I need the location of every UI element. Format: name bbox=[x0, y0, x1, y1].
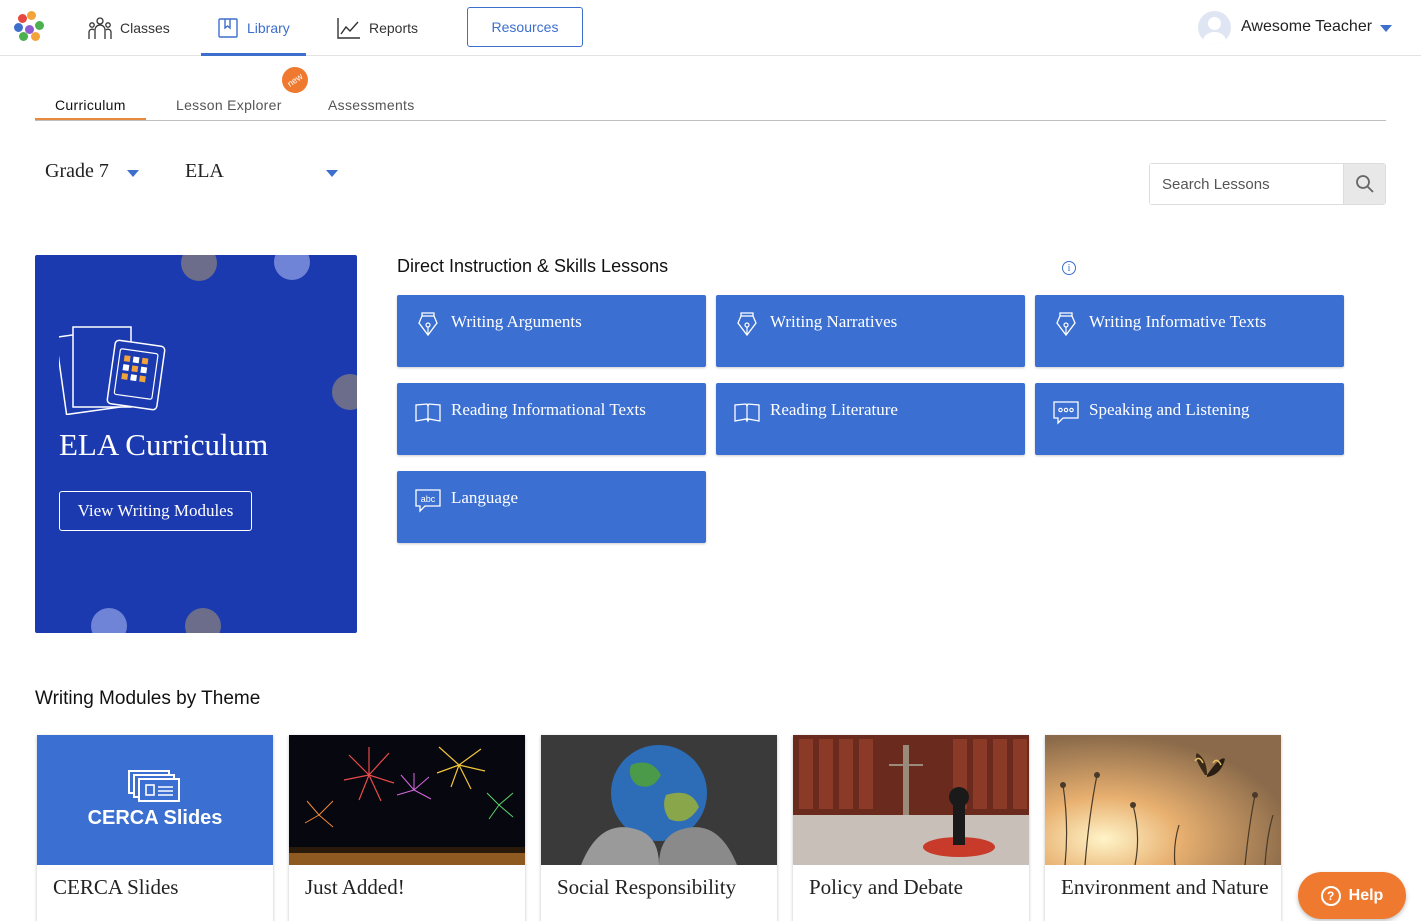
nav-library-label: Library bbox=[247, 20, 290, 36]
lesson-tile-label: Reading Informational Texts bbox=[451, 400, 646, 419]
logo-dot bbox=[31, 32, 40, 41]
nav-reports-label: Reports bbox=[369, 20, 419, 36]
lesson-tile-label: Writing Arguments bbox=[451, 312, 582, 331]
resources-button[interactable]: Resources bbox=[467, 7, 583, 47]
app-logo[interactable] bbox=[14, 10, 46, 42]
lesson-tile-reading-informational-texts[interactable]: Reading Informational Texts bbox=[397, 383, 706, 455]
fireworks-image bbox=[289, 735, 525, 865]
help-button[interactable]: ? Help bbox=[1298, 872, 1406, 919]
user-menu[interactable]: Awesome Teacher bbox=[1198, 10, 1393, 44]
lesson-tile-reading-literature[interactable]: Reading Literature bbox=[716, 383, 1025, 455]
abc-icon: abc bbox=[415, 489, 441, 513]
open-book-icon bbox=[415, 403, 441, 423]
user-name: Awesome Teacher bbox=[1241, 18, 1373, 35]
logo-dot bbox=[27, 11, 36, 20]
theme-card-policy-and-debate[interactable]: Policy and Debate bbox=[793, 735, 1029, 921]
avatar bbox=[1198, 10, 1231, 44]
lesson-tile-label: Language bbox=[451, 488, 519, 507]
decorative-dot bbox=[181, 255, 217, 281]
pen-nib-icon bbox=[418, 312, 438, 337]
earth-in-hands-picture bbox=[541, 735, 777, 865]
decorative-dot bbox=[332, 374, 357, 410]
nav-reports[interactable]: Reports bbox=[337, 0, 418, 56]
lesson-tile-language[interactable]: abc Language bbox=[397, 471, 706, 543]
lesson-tile-label: Reading Literature bbox=[770, 400, 898, 419]
theme-card-label: Social Responsibility bbox=[557, 875, 737, 899]
fireworks-picture bbox=[289, 735, 525, 865]
cerca-logo-text: CERCA Slides bbox=[87, 807, 223, 829]
chevron-down-icon bbox=[126, 169, 139, 177]
open-book-icon bbox=[734, 403, 760, 423]
gavel-books-image bbox=[793, 735, 1029, 865]
nav-classes[interactable]: Classes bbox=[88, 0, 170, 56]
lesson-tile-label: Writing Narratives bbox=[770, 312, 898, 331]
theme-card-cerca-slides[interactable]: CERCA Slides CERCA Slides bbox=[37, 735, 273, 921]
direct-instruction-title: Direct Instruction & Skills Lessons bbox=[397, 256, 669, 276]
lesson-tile-label: Writing Informative Texts bbox=[1089, 312, 1267, 331]
chevron-down-icon bbox=[325, 169, 338, 177]
curriculum-papers-icon bbox=[59, 326, 166, 415]
lesson-tile-writing-narratives[interactable]: Writing Narratives bbox=[716, 295, 1025, 367]
search-button[interactable] bbox=[1343, 164, 1385, 204]
nav-library[interactable]: Library bbox=[201, 0, 306, 56]
lesson-tile-speaking-and-listening[interactable]: Speaking and Listening bbox=[1035, 383, 1344, 455]
earth-hands-image bbox=[541, 735, 777, 865]
decorative-dot bbox=[274, 255, 310, 280]
theme-card-environment-and-nature[interactable]: Environment and Nature bbox=[1045, 735, 1281, 921]
lesson-tile-writing-informative-texts[interactable]: Writing Informative Texts bbox=[1035, 295, 1344, 367]
lesson-tile-label: Speaking and Listening bbox=[1089, 400, 1250, 419]
theme-card-label: Just Added! bbox=[305, 875, 405, 899]
subject-value: ELA bbox=[185, 160, 224, 182]
theme-card-just-added[interactable]: Just Added! bbox=[289, 735, 525, 921]
butterfly-meadow-image bbox=[1045, 735, 1281, 865]
search-lessons bbox=[1149, 163, 1386, 205]
decorative-dot bbox=[185, 608, 221, 633]
library-subtabs: Curriculum Lesson Explorer Assessments bbox=[35, 82, 1386, 121]
top-nav: Classes Library Reports Resources Awesom… bbox=[0, 0, 1421, 56]
library-icon bbox=[218, 18, 238, 38]
svg-text:abc: abc bbox=[421, 494, 436, 504]
butterfly-meadow-picture bbox=[1045, 735, 1281, 865]
theme-card-label: Environment and Nature bbox=[1061, 875, 1269, 899]
cerca-slides-image: CERCA Slides bbox=[37, 735, 273, 865]
slides-icon bbox=[128, 770, 180, 802]
theme-card-label: CERCA Slides bbox=[53, 875, 179, 899]
decorative-dot bbox=[91, 608, 127, 633]
pen-nib-icon bbox=[1056, 312, 1076, 337]
help-label: Help bbox=[1348, 886, 1384, 904]
tab-assessments[interactable]: Assessments bbox=[328, 97, 415, 113]
search-icon bbox=[1355, 175, 1374, 193]
logo-dot bbox=[19, 32, 28, 41]
ela-curriculum-title: ELA Curriculum bbox=[59, 427, 269, 462]
grade-select[interactable]: Grade 7 bbox=[45, 160, 139, 183]
logo-dot bbox=[18, 14, 27, 23]
pen-nib-icon bbox=[737, 312, 757, 337]
chevron-down-icon bbox=[1380, 25, 1393, 32]
logo-dot bbox=[35, 21, 44, 30]
info-icon[interactable]: i bbox=[1062, 261, 1076, 275]
logo-dot bbox=[14, 23, 23, 32]
nav-classes-label: Classes bbox=[120, 20, 170, 36]
theme-card-social-responsibility[interactable]: Social Responsibility bbox=[541, 735, 777, 921]
view-writing-modules-button[interactable]: View Writing Modules bbox=[59, 491, 252, 531]
grade-value: Grade 7 bbox=[45, 160, 109, 182]
help-icon: ? bbox=[1320, 885, 1341, 906]
speech-bubble-icon bbox=[1053, 401, 1079, 425]
tab-lesson-explorer[interactable]: Lesson Explorer bbox=[176, 97, 282, 113]
writing-modules-title: Writing Modules by Theme bbox=[35, 688, 261, 709]
reports-chart-icon bbox=[337, 18, 360, 39]
theme-card-label: Policy and Debate bbox=[809, 875, 963, 899]
ela-curriculum-card: ELA Curriculum View Writing Modules bbox=[35, 255, 357, 633]
subject-select[interactable]: ELA bbox=[185, 160, 338, 183]
tab-curriculum[interactable]: Curriculum bbox=[35, 97, 146, 120]
justice-scale-picture bbox=[793, 735, 1029, 865]
search-input[interactable] bbox=[1150, 164, 1343, 204]
lesson-tile-writing-arguments[interactable]: Writing Arguments bbox=[397, 295, 706, 367]
classes-icon bbox=[88, 17, 112, 39]
